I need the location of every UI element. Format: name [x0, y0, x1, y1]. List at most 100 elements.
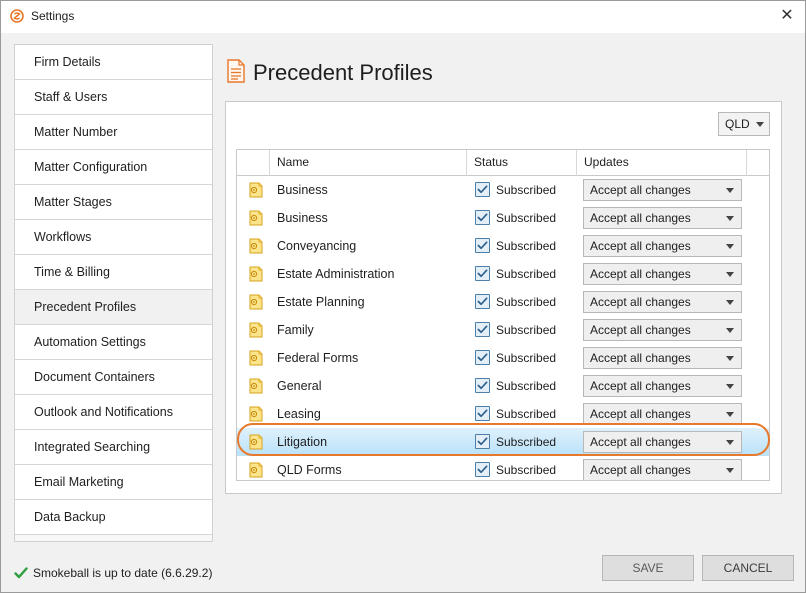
state-select[interactable]: QLD [718, 112, 770, 136]
header-status[interactable]: Status [467, 150, 577, 176]
document-icon [227, 59, 245, 83]
title-bar: Settings ✕ [1, 1, 805, 33]
table-row[interactable]: Business Subscribed Accept all changes [237, 176, 769, 204]
sidebar-item-matter-number[interactable]: Matter Number [15, 115, 212, 150]
updates-dropdown-value: Accept all changes [590, 435, 691, 449]
precedent-folder-icon [248, 238, 264, 254]
table-row[interactable]: Business Subscribed Accept all changes [237, 204, 769, 232]
row-name: Litigation [277, 435, 328, 449]
grid-body: Business Subscribed Accept all changes Busi… [237, 176, 769, 480]
chevron-down-icon [726, 356, 734, 361]
table-row[interactable]: Federal Forms Subscribed Accept all change… [237, 344, 769, 372]
precedent-folder-icon [248, 434, 264, 450]
updates-dropdown[interactable]: Accept all changes [583, 403, 742, 425]
sidebar-item-integrated-searching[interactable]: Integrated Searching [15, 430, 212, 465]
sidebar-item-matter-stages[interactable]: Matter Stages [15, 185, 212, 220]
updates-dropdown[interactable]: Accept all changes [583, 375, 742, 397]
chevron-down-icon [726, 216, 734, 221]
checkmark-icon [14, 567, 28, 579]
updates-dropdown[interactable]: Accept all changes [583, 291, 742, 313]
row-status: Subscribed [496, 435, 557, 449]
subscribed-checkbox[interactable] [475, 266, 490, 281]
updates-dropdown[interactable]: Accept all changes [583, 347, 742, 369]
updates-dropdown[interactable]: Accept all changes [583, 179, 742, 201]
subscribed-checkbox[interactable] [475, 238, 490, 253]
sidebar-item-document-containers[interactable]: Document Containers [15, 360, 212, 395]
sidebar-item-outlook-and-notifications[interactable]: Outlook and Notifications [15, 395, 212, 430]
precedent-folder-icon [248, 378, 264, 394]
subscribed-checkbox[interactable] [475, 378, 490, 393]
updates-dropdown-value: Accept all changes [590, 295, 691, 309]
subscribed-checkbox[interactable] [475, 322, 490, 337]
precedent-folder-icon [248, 182, 264, 198]
row-status: Subscribed [496, 239, 557, 253]
state-select-value: QLD [725, 117, 750, 131]
table-row[interactable]: Conveyancing Subscribed Accept all changes [237, 232, 769, 260]
chevron-down-icon [726, 300, 734, 305]
page-title: Precedent Profiles [253, 60, 433, 85]
sidebar-item-automation-settings[interactable]: Automation Settings [15, 325, 212, 360]
header-updates[interactable]: Updates [577, 150, 747, 176]
sidebar-item-data-backup[interactable]: Data Backup [15, 500, 212, 535]
cancel-button[interactable]: CANCEL [702, 555, 794, 581]
update-status-text: Smokeball is up to date (6.6.29.2) [33, 566, 213, 580]
sidebar-item-precedent-profiles[interactable]: Precedent Profiles [15, 290, 212, 325]
updates-dropdown[interactable]: Accept all changes [583, 235, 742, 257]
row-name: QLD Forms [277, 463, 342, 477]
save-button[interactable]: SAVE [602, 555, 694, 581]
sidebar-item-matter-configuration[interactable]: Matter Configuration [15, 150, 212, 185]
sidebar-item-email-marketing[interactable]: Email Marketing [15, 465, 212, 500]
table-row[interactable]: General Subscribed Accept all changes [237, 372, 769, 400]
row-status: Subscribed [496, 211, 557, 225]
grid-header: Name Status Updates [237, 150, 769, 176]
row-status: Subscribed [496, 323, 557, 337]
table-row[interactable]: Litigation Subscribed Accept all changes [237, 428, 769, 456]
table-row[interactable]: QLD Forms Subscribed Accept all changes [237, 456, 769, 480]
sidebar-item-workflows[interactable]: Workflows [15, 220, 212, 255]
subscribed-checkbox[interactable] [475, 182, 490, 197]
row-name: Conveyancing [277, 239, 357, 253]
updates-dropdown[interactable]: Accept all changes [583, 319, 742, 341]
profiles-grid: Name Status Updates Business Subscribed Ac… [236, 149, 770, 481]
subscribed-checkbox[interactable] [475, 350, 490, 365]
subscribed-checkbox[interactable] [475, 434, 490, 449]
table-row[interactable]: Leasing Subscribed Accept all changes [237, 400, 769, 428]
table-row[interactable]: Family Subscribed Accept all changes [237, 316, 769, 344]
updates-dropdown-value: Accept all changes [590, 323, 691, 337]
row-status: Subscribed [496, 183, 557, 197]
table-row[interactable]: Estate Planning Subscribed Accept all chan… [237, 288, 769, 316]
precedent-folder-icon [248, 462, 264, 478]
precedent-folder-icon [248, 266, 264, 282]
settings-body: Firm Details Staff & Users Matter Number Ma… [1, 33, 805, 592]
subscribed-checkbox[interactable] [475, 294, 490, 309]
precedent-folder-icon [248, 322, 264, 338]
precedent-folder-icon [248, 210, 264, 226]
subscribed-checkbox[interactable] [475, 406, 490, 421]
chevron-down-icon [756, 122, 764, 127]
updates-dropdown-value: Accept all changes [590, 267, 691, 281]
updates-dropdown[interactable]: Accept all changes [583, 263, 742, 285]
updates-dropdown[interactable]: Accept all changes [583, 207, 742, 229]
row-name: Estate Planning [277, 295, 365, 309]
chevron-down-icon [726, 384, 734, 389]
main-content: Precedent Profiles QLD Name Status Updat… [213, 44, 793, 542]
window-title: Settings [31, 9, 75, 23]
table-row[interactable]: Estate Administration Subscribed Accept al… [237, 260, 769, 288]
updates-dropdown[interactable]: Accept all changes [583, 431, 742, 453]
sidebar-item-firm-details[interactable]: Firm Details [15, 45, 212, 80]
precedent-folder-icon [248, 406, 264, 422]
subscribed-checkbox[interactable] [475, 210, 490, 225]
subscribed-checkbox[interactable] [475, 462, 490, 477]
precedent-folder-icon [248, 294, 264, 310]
row-name: Family [277, 323, 314, 337]
updates-dropdown[interactable]: Accept all changes [583, 459, 742, 480]
header-icon-column [237, 150, 270, 176]
sidebar-item-staff-users[interactable]: Staff & Users [15, 80, 212, 115]
sidebar-item-time-billing[interactable]: Time & Billing [15, 255, 212, 290]
chevron-down-icon [726, 440, 734, 445]
precedent-folder-icon [248, 350, 264, 366]
updates-dropdown-value: Accept all changes [590, 183, 691, 197]
close-icon[interactable]: ✕ [769, 1, 805, 33]
header-name[interactable]: Name [270, 150, 467, 176]
updates-dropdown-value: Accept all changes [590, 379, 691, 393]
